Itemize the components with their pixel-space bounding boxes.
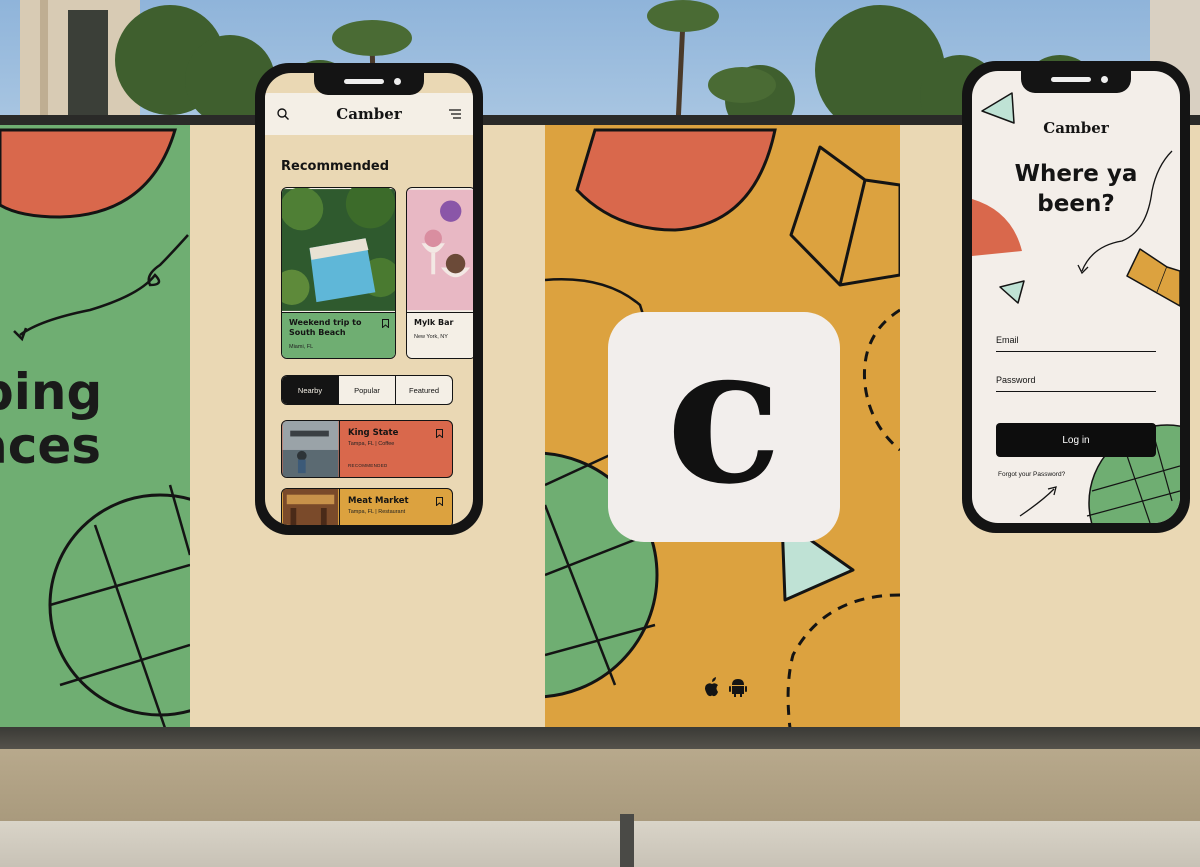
card-subtitle: Miami, FL [289, 344, 314, 350]
segmented-tabs: Nearby Popular Featured [281, 375, 453, 405]
browse-screen: Camber Recommended Weekend trip to South… [265, 73, 473, 525]
phone-notch [1021, 71, 1131, 93]
login-button[interactable]: Log in [996, 423, 1156, 457]
restaurant-photo [282, 489, 340, 525]
list-item-title: King State [348, 428, 399, 438]
headline-line-1: ping [0, 363, 103, 421]
bookmark-icon[interactable] [382, 319, 389, 328]
search-icon[interactable] [277, 108, 289, 120]
headline-line-1: Where ya [1014, 161, 1138, 187]
apple-icon [705, 677, 718, 697]
bookmark-icon[interactable] [436, 429, 443, 438]
browse-appbar: Camber [265, 93, 473, 135]
card-body: Mylk Bar New York, NY [407, 312, 473, 358]
list-item[interactable]: King State Tampa, FL | Coffee RECOMMENDE… [281, 420, 453, 478]
sidewalk [0, 821, 1200, 867]
password-field[interactable]: Password [996, 375, 1156, 392]
app-icon-letter: c [666, 303, 782, 526]
menu-icon[interactable] [449, 109, 461, 119]
forgot-password-link[interactable]: Forgot your Password? [998, 471, 1065, 478]
metal-post [620, 814, 634, 867]
section-title: Recommended [281, 159, 390, 174]
tab-nearby[interactable]: Nearby [282, 376, 338, 404]
card-body: Weekend trip to South Beach Miami, FL [282, 312, 395, 358]
bookmark-icon[interactable] [436, 497, 443, 506]
list-item-subtitle: Tampa, FL | Restaurant [348, 509, 406, 515]
platform-icons [703, 677, 747, 697]
headline-line-2: aces [0, 417, 102, 475]
cafe-photo [282, 421, 340, 477]
list-item-subtitle: Tampa, FL | Coffee [348, 441, 395, 447]
dessert-photo [407, 189, 473, 311]
login-headline: Where ya been? [972, 159, 1180, 219]
tab-featured[interactable]: Featured [395, 376, 452, 404]
list-item-tag: RECOMMENDED [348, 463, 388, 468]
phone-browse: Camber Recommended Weekend trip to South… [255, 63, 483, 535]
brand-logo: Camber [336, 105, 402, 123]
phone-notch [314, 73, 424, 95]
billboard-ledge [0, 727, 1200, 749]
camber-app-icon: c [608, 312, 840, 542]
card-title: Weekend trip to South Beach [289, 318, 362, 337]
poster-green: ping aces [0, 125, 190, 728]
phone-login: Camber Where ya been? Email Password Log… [962, 61, 1190, 533]
pool-photo [282, 188, 395, 311]
android-icon [729, 679, 747, 697]
poster-green-headline: ping aces [0, 365, 102, 473]
concrete-wall [0, 749, 1200, 821]
list-item-title: Meat Market [348, 496, 409, 506]
card-weekend-trip[interactable]: Weekend trip to South Beach Miami, FL [281, 187, 396, 359]
brand-logo: Camber [1043, 119, 1109, 137]
card-title: Mylk Bar [414, 318, 454, 327]
login-screen: Camber Where ya been? Email Password Log… [972, 71, 1180, 523]
card-mylk-bar[interactable]: Mylk Bar New York, NY [406, 187, 473, 359]
list-item[interactable]: Meat Market Tampa, FL | Restaurant [281, 488, 453, 525]
headline-line-2: been? [1037, 191, 1115, 217]
card-subtitle: New York, NY [414, 334, 448, 340]
email-field[interactable]: Email [996, 335, 1156, 352]
tab-popular[interactable]: Popular [338, 376, 395, 404]
